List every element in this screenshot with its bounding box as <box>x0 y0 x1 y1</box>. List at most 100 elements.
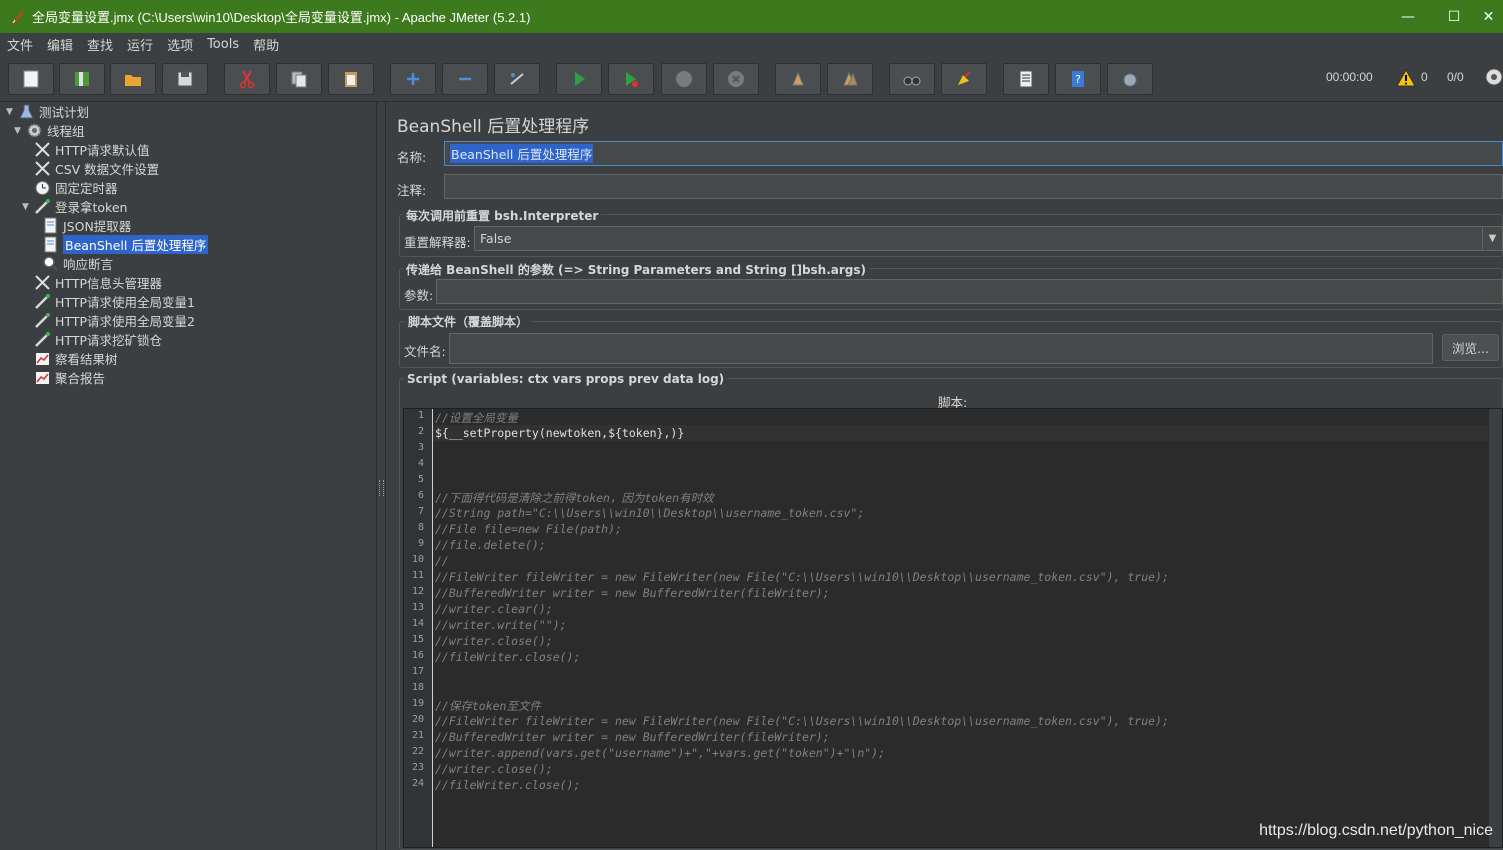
code-line[interactable]: //String path="C:\\Users\\win10\\Desktop… <box>435 506 864 520</box>
tree-node-login-token[interactable]: ▼ 登录拿token <box>22 197 127 216</box>
maximize-button[interactable]: ☐ <box>1431 0 1477 33</box>
filename-field[interactable] <box>449 333 1433 364</box>
warning-icon[interactable] <box>1396 69 1416 87</box>
line-number: 13 <box>411 602 424 613</box>
clear-button[interactable] <box>775 63 821 95</box>
code-line[interactable]: ${__setProperty(newtoken,${token},)} <box>435 426 684 440</box>
element-config-panel: BeanShell 后置处理程序 名称: BeanShell 后置处理程序 注释… <box>387 102 1503 850</box>
post-processor-icon <box>44 236 57 253</box>
reset-interpreter-select[interactable]: False ▼ <box>474 226 1503 251</box>
tree-node-http-global-1[interactable]: HTTP请求使用全局变量1 <box>34 292 195 311</box>
script-editor[interactable]: 1 2 3 4 5 6 7 8 9 10 11 12 13 14 15 16 17 18 19 20 21 22 23 24 … <box>403 408 1503 848</box>
code-line[interactable]: //BufferedWriter writer = new BufferedWr… <box>435 730 830 744</box>
line-number: 16 <box>411 650 424 661</box>
tree-node-results-tree[interactable]: 察看结果树 <box>34 349 118 368</box>
tree-node-thread-group[interactable]: ▼ 线程组 <box>14 121 85 140</box>
function-helper-button[interactable] <box>1003 63 1049 95</box>
code-line[interactable]: //writer.close(); <box>435 762 553 776</box>
thread-count: 0/0 <box>1447 70 1464 84</box>
line-number: 10 <box>411 554 424 565</box>
expand-arrow-icon[interactable]: ▼ <box>14 126 26 136</box>
tree-node-csv-config[interactable]: CSV 数据文件设置 <box>34 159 159 178</box>
menu-help[interactable]: 帮助 <box>246 35 286 54</box>
save-button[interactable] <box>162 63 208 95</box>
tree-node-constant-timer[interactable]: 固定定时器 <box>34 178 118 197</box>
code-line[interactable]: //writer.close(); <box>435 634 553 648</box>
chevron-down-icon[interactable]: ▼ <box>1482 227 1502 250</box>
search-button[interactable] <box>889 63 935 95</box>
copy-button[interactable] <box>276 63 322 95</box>
filename-label: 文件名: <box>404 344 446 359</box>
expand-arrow-icon[interactable]: ▼ <box>6 107 18 117</box>
splitter-grip[interactable] <box>379 480 384 496</box>
line-number: 23 <box>411 762 424 773</box>
open-button[interactable] <box>110 63 156 95</box>
code-line[interactable]: //writer.append(vars.get("username")+","… <box>435 746 885 760</box>
start-no-pauses-button[interactable] <box>608 63 654 95</box>
code-line[interactable]: //下面得代码是清除之前得token，因为token有时效 <box>435 490 714 506</box>
menu-tools[interactable]: Tools <box>200 37 246 52</box>
line-number: 20 <box>411 714 424 725</box>
code-line[interactable]: //fileWriter.close(); <box>435 778 580 792</box>
paste-button[interactable] <box>328 63 374 95</box>
code-line[interactable]: //BufferedWriter writer = new BufferedWr… <box>435 586 830 600</box>
split-pane-divider[interactable] <box>377 102 386 850</box>
minimize-button[interactable]: — <box>1385 0 1431 33</box>
help-icon: ? <box>1072 71 1084 87</box>
tree-node-http-defaults[interactable]: HTTP请求默认值 <box>34 140 150 159</box>
collapse-button[interactable] <box>442 63 488 95</box>
minus-icon <box>459 77 471 81</box>
menu-run[interactable]: 运行 <box>120 35 160 54</box>
scissors-icon <box>239 70 255 89</box>
start-button[interactable] <box>556 63 602 95</box>
code-line[interactable]: //writer.clear(); <box>435 602 553 616</box>
menu-options[interactable]: 选项 <box>160 35 200 54</box>
help-button[interactable]: ? <box>1055 63 1101 95</box>
shutdown-button[interactable] <box>713 63 759 95</box>
line-number: 6 <box>417 490 424 501</box>
toggle-icon <box>510 73 524 85</box>
params-label: 参数: <box>404 288 434 303</box>
line-number: 22 <box>411 746 424 757</box>
close-button[interactable]: ✕ <box>1474 0 1503 33</box>
menu-search[interactable]: 查找 <box>80 35 120 54</box>
expand-button[interactable] <box>390 63 436 95</box>
tree-node-http-mining-lock[interactable]: HTTP请求挖矿锁仓 <box>34 330 162 349</box>
tree-node-aggregate-report[interactable]: 聚合报告 <box>34 368 105 387</box>
templates-button[interactable] <box>59 63 105 95</box>
code-line[interactable]: //fileWriter.close(); <box>435 650 580 664</box>
code-line[interactable]: //保存token至文件 <box>435 698 541 714</box>
browse-button[interactable]: 浏览... <box>1442 334 1499 361</box>
cut-button[interactable] <box>224 63 270 95</box>
code-line[interactable]: //FileWriter fileWriter = new FileWriter… <box>435 714 1169 728</box>
new-file-icon <box>23 70 39 88</box>
code-line[interactable]: //FileWriter fileWriter = new FileWriter… <box>435 570 1169 584</box>
name-field[interactable]: BeanShell 后置处理程序 <box>444 141 1503 166</box>
code-line[interactable]: //File file=new File(path); <box>435 522 622 536</box>
line-number: 3 <box>417 442 424 453</box>
tree-node-beanshell-post[interactable]: BeanShell 后置处理程序 <box>42 235 209 254</box>
file-group-title: 脚本文件（覆盖脚本） <box>405 313 532 330</box>
code-line[interactable]: //file.delete(); <box>435 538 546 552</box>
menu-file[interactable]: 文件 <box>0 35 40 54</box>
tree-node-test-plan[interactable]: ▼ 测试计划 <box>6 102 89 121</box>
stop-button[interactable] <box>661 63 707 95</box>
menu-edit[interactable]: 编辑 <box>40 35 80 54</box>
code-line[interactable]: // <box>435 554 449 568</box>
parameters-field[interactable] <box>436 279 1503 304</box>
reset-search-button[interactable] <box>941 63 987 95</box>
tree-node-header-manager[interactable]: HTTP信息头管理器 <box>34 273 162 292</box>
editor-vertical-scrollbar[interactable] <box>1488 409 1502 847</box>
code-line[interactable]: //设置全局变量 <box>435 410 518 426</box>
expand-arrow-icon[interactable]: ▼ <box>22 202 34 212</box>
tree-node-json-extractor[interactable]: JSON提取器 <box>42 216 131 235</box>
new-button[interactable] <box>8 63 54 95</box>
code-line[interactable]: //writer.write(""); <box>435 618 567 632</box>
tree-node-http-global-2[interactable]: HTTP请求使用全局变量2 <box>34 311 195 330</box>
toggle-button[interactable] <box>494 63 540 95</box>
remote-button[interactable] <box>1107 63 1153 95</box>
tree-node-response-assertion[interactable]: 响应断言 <box>42 254 113 273</box>
reset-group-title: 每次调用前重置 bsh.Interpreter <box>403 207 602 224</box>
comment-field[interactable] <box>444 174 1503 199</box>
clear-all-button[interactable] <box>827 63 873 95</box>
